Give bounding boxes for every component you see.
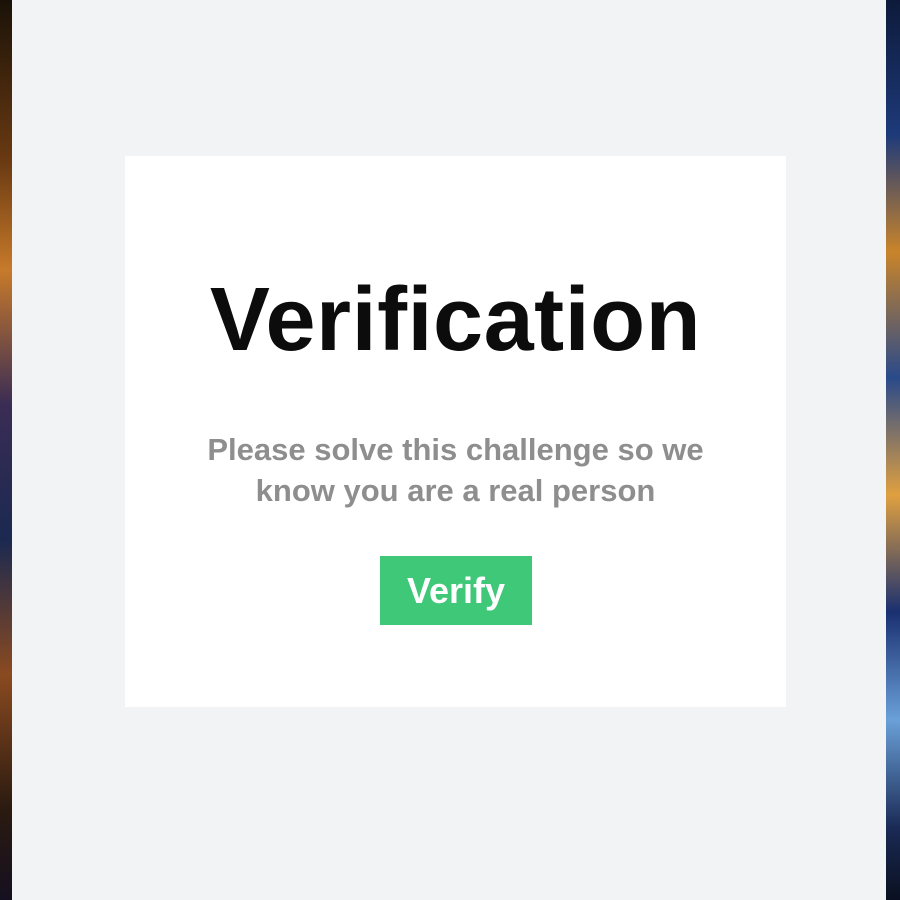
verification-message: Please solve this challenge so we know y… xyxy=(207,432,704,508)
verification-overlay: Verification Please solve this challenge… xyxy=(12,0,886,900)
background-artwork-left xyxy=(0,0,12,900)
verification-title: Verification xyxy=(209,270,702,370)
background-artwork-right xyxy=(886,0,900,900)
verification-card: Verification Please solve this challenge… xyxy=(125,156,786,707)
verify-button[interactable]: Verify xyxy=(380,556,532,625)
